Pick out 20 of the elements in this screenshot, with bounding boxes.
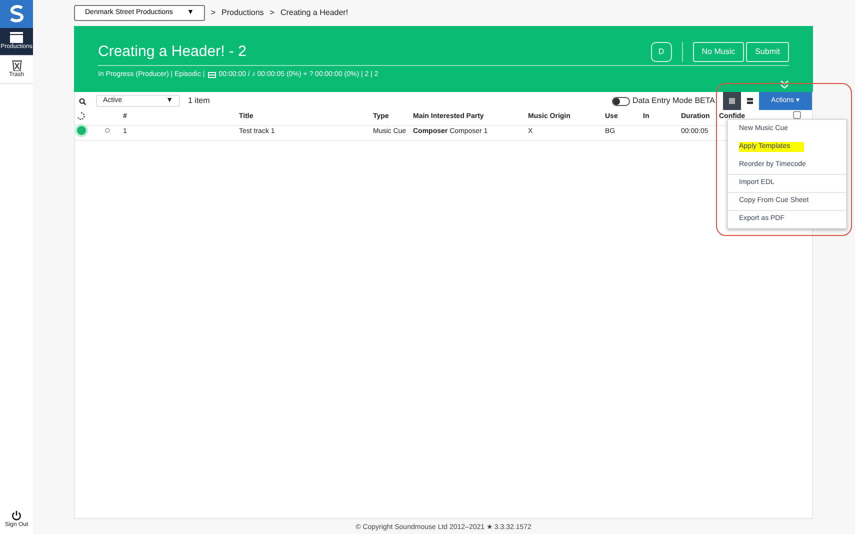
power-icon[interactable]	[11, 510, 22, 521]
expand-icon[interactable]	[780, 80, 789, 89]
rows-icon	[746, 97, 754, 105]
breadcrumb-item[interactable]: Creating a Header!	[280, 7, 348, 19]
row-radio[interactable]	[105, 128, 110, 134]
trash-icon	[12, 60, 22, 70]
loading-icon	[77, 112, 85, 120]
select-all-checkbox[interactable]	[793, 111, 801, 119]
film-icon	[208, 72, 216, 78]
toggle-switch[interactable]	[612, 96, 630, 106]
search-icon[interactable]	[79, 98, 86, 104]
logo-icon[interactable]	[0, 0, 33, 28]
breadcrumb-separator: >	[270, 7, 274, 19]
clapperboard-icon	[10, 32, 23, 42]
production-title: Creating a Header! - 2	[98, 44, 246, 59]
breadcrumb-separator: >	[210, 7, 216, 19]
square-icon	[728, 97, 736, 105]
toggle-label: Data Entry Mode BETA	[632, 95, 715, 107]
item-count: 1 item	[188, 95, 210, 107]
breadcrumb-item[interactable]: Productions	[222, 7, 264, 19]
